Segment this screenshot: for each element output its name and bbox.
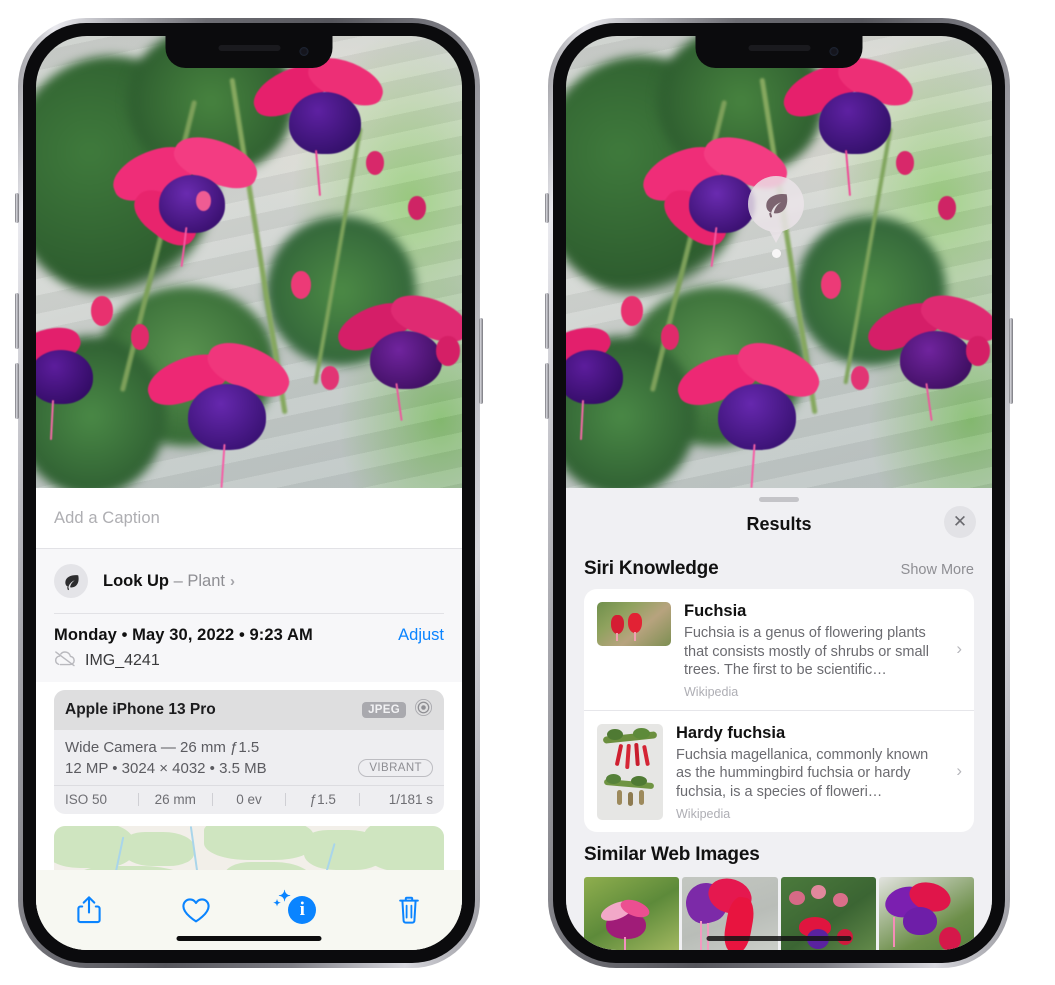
similar-web-images-header: Similar Web Images (566, 832, 992, 873)
device-name: Apple iPhone 13 Pro (65, 701, 216, 718)
siri-knowledge-header: Siri Knowledge Show More (566, 546, 992, 589)
results-header: Results ✕ (566, 502, 992, 546)
filename-row: IMG_4241 (54, 650, 444, 676)
right-phone-screen: Results ✕ Siri Knowledge Show More Fuchs… (566, 36, 992, 950)
leaf-icon (54, 564, 88, 598)
stat-shutter: 1/181 s (388, 792, 433, 807)
stat-iso: ISO 50 (65, 792, 108, 807)
badge-anchor-dot (771, 249, 781, 258)
result-title: Hardy fuchsia (676, 723, 786, 742)
date-row: Monday • May 30, 2022 • 9:23 AM Adjust (54, 613, 444, 645)
result-thumbnail (597, 723, 663, 820)
look-up-label: Look Up – Plant (103, 572, 225, 591)
web-image-4[interactable] (878, 876, 974, 950)
sparkle-small-icon: ✦ (273, 898, 281, 908)
show-more-button[interactable]: Show More (901, 562, 974, 578)
photo-filename: IMG_4241 (85, 652, 160, 669)
earpiece-speaker (218, 45, 280, 51)
chevron-right-icon: › (956, 639, 962, 659)
volume-down-button[interactable] (15, 363, 19, 419)
look-up-title: Look Up (103, 571, 169, 590)
result-description: Fuchsia is a genus of flowering plants t… (684, 624, 929, 679)
heart-icon (182, 897, 210, 922)
mute-switch[interactable] (545, 193, 549, 223)
metadata-block: Monday • May 30, 2022 • 9:23 AM Adjust I… (36, 613, 462, 682)
result-source: Wikipedia (684, 684, 739, 699)
right-phone-device: Results ✕ Siri Knowledge Show More Fuchs… (545, 18, 1013, 968)
section-title-similar-web-images: Similar Web Images (584, 843, 760, 865)
delete-button[interactable] (356, 896, 463, 925)
screenshot-stage: Add a Caption ✦ ✦ Look Up (0, 0, 1055, 985)
left-phone-bezel: Add a Caption ✦ ✦ Look Up (23, 23, 475, 963)
section-title-siri-knowledge: Siri Knowledge (584, 558, 719, 579)
look-up-row[interactable]: ✦ ✦ Look Up – Plant (36, 542, 462, 613)
results-title: Results (746, 513, 812, 534)
volume-down-button[interactable] (545, 363, 549, 419)
volume-up-button[interactable] (15, 293, 19, 349)
list-item[interactable]: Hardy fuchsia Fuchsia magellanica, commo… (584, 709, 974, 832)
volume-up-button[interactable] (545, 293, 549, 349)
caption-field-row[interactable]: Add a Caption (36, 488, 462, 549)
earpiece-speaker (748, 45, 810, 51)
web-image-1[interactable] (584, 876, 680, 950)
left-phone-device: Add a Caption ✦ ✦ Look Up (15, 18, 483, 968)
raw-circle-icon (414, 698, 433, 722)
notch-left (165, 36, 333, 68)
chevron-right-icon: › (229, 572, 235, 590)
front-camera (829, 47, 839, 56)
home-indicator-left[interactable] (176, 936, 322, 941)
close-icon[interactable]: ✕ (944, 506, 976, 538)
list-item[interactable]: Fuchsia Fuchsia is a genus of flowering … (584, 589, 974, 710)
result-source: Wikipedia (676, 806, 731, 821)
stat-focal: 26 mm (154, 792, 196, 807)
notch-right (695, 36, 863, 68)
visual-lookup-badge[interactable] (748, 176, 804, 258)
format-badge: JPEG (362, 702, 406, 718)
exif-card-body: Wide Camera — 26 mm ƒ1.5 12 MP • 3024 × … (54, 730, 444, 785)
stat-ev: 0 ev (236, 792, 262, 807)
result-description: Fuchsia magellanica, commonly known as t… (676, 746, 929, 801)
photo-details-sheet: Add a Caption ✦ ✦ Look Up (36, 488, 462, 950)
sparkle-large-icon: ✦ (36, 542, 39, 557)
power-button[interactable] (479, 318, 483, 404)
caption-placeholder[interactable]: Add a Caption (54, 509, 160, 528)
stat-aperture: ƒ1.5 (309, 792, 336, 807)
share-button[interactable] (36, 895, 143, 925)
photographic-style-badge: VIBRANT (358, 759, 433, 777)
siri-knowledge-card: Fuchsia Fuchsia is a genus of flowering … (584, 589, 974, 832)
mute-switch[interactable] (15, 193, 19, 223)
adjust-button[interactable]: Adjust (398, 626, 444, 645)
left-phone-screen: Add a Caption ✦ ✦ Look Up (36, 36, 462, 950)
exif-stats-row: ISO 50 26 mm 0 ev ƒ1.5 1/181 s (54, 785, 444, 814)
exif-card[interactable]: Apple iPhone 13 Pro JPEG Wide Camera — 2… (54, 690, 444, 814)
look-up-dash: – (173, 571, 183, 590)
info-button[interactable]: ✦ ✦ i (249, 889, 356, 924)
front-camera (299, 47, 309, 56)
cloud-slash-icon (54, 650, 76, 672)
result-thumbnail (597, 602, 671, 646)
result-title: Fuchsia (684, 602, 747, 620)
resolution-info: 12 MP • 3024 × 4032 • 3.5 MB (65, 759, 267, 777)
right-phone-bezel: Results ✕ Siri Knowledge Show More Fuchs… (553, 23, 1005, 963)
lens-info: Wide Camera — 26 mm ƒ1.5 (65, 739, 260, 756)
home-indicator-right[interactable] (706, 936, 852, 941)
look-up-subject: Plant (187, 571, 225, 590)
results-sheet: Results ✕ Siri Knowledge Show More Fuchs… (566, 488, 992, 950)
chevron-right-icon: › (956, 761, 962, 781)
exif-card-header: Apple iPhone 13 Pro JPEG (54, 690, 444, 730)
photo-date: Monday • May 30, 2022 • 9:23 AM (54, 626, 313, 644)
power-button[interactable] (1009, 318, 1013, 404)
leaf-icon[interactable] (748, 176, 804, 232)
trash-icon (398, 896, 419, 924)
favorite-button[interactable] (143, 897, 250, 924)
info-sparkle-icon[interactable]: ✦ ✦ i (273, 889, 317, 924)
share-icon (77, 896, 101, 924)
